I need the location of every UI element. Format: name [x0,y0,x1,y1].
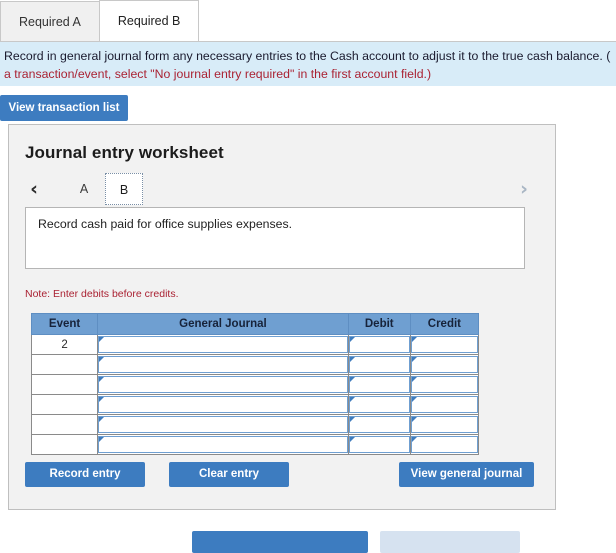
credit-cell[interactable] [409,434,480,455]
general-journal-input[interactable] [98,436,348,453]
worksheet-nav: ‹ A B › [17,173,547,207]
journal-entry-table: Event General Journal Debit Credit 2 [30,313,480,455]
general-journal-cell[interactable] [97,374,349,395]
credit-input[interactable] [410,356,478,373]
instruction-line-1: Record in general journal form any neces… [4,49,611,63]
debit-input[interactable] [348,356,410,373]
debit-cell[interactable] [347,434,411,455]
general-journal-input[interactable] [98,416,348,433]
debit-cell[interactable] [347,354,411,375]
credit-input[interactable] [410,376,478,393]
tab-required-a[interactable]: Required A [0,1,100,41]
credit-cell[interactable] [409,334,480,355]
event-number-cell: 2 [30,334,99,355]
credit-cell[interactable] [409,354,480,375]
general-journal-input[interactable] [98,396,348,413]
debits-before-credits-note: Note: Enter debits before credits. [25,288,179,300]
view-transaction-list-button[interactable]: View transaction list [0,95,128,121]
debit-cell[interactable] [347,374,411,395]
debit-input[interactable] [348,376,410,393]
general-journal-input[interactable] [98,376,348,393]
debit-input[interactable] [348,416,410,433]
worksheet-tab-a[interactable]: A [65,173,103,205]
event-number-cell [30,434,99,455]
journal-entry-worksheet-panel: Journal entry worksheet ‹ A B › Record c… [8,124,556,510]
general-journal-cell[interactable] [97,334,349,355]
event-number-cell [30,374,99,395]
credit-cell[interactable] [409,414,480,435]
event-number-cell [30,394,99,415]
worksheet-tab-b[interactable]: B [105,173,143,205]
credit-cell[interactable] [409,374,480,395]
credit-cell[interactable] [409,394,480,415]
credit-input[interactable] [410,436,478,453]
tab-required-b[interactable]: Required B [98,0,200,41]
column-header-credit: Credit [409,313,480,335]
view-general-journal-button[interactable]: View general journal [399,462,534,487]
table-row: 2 [30,334,480,355]
general-journal-cell[interactable] [97,394,349,415]
general-journal-cell[interactable] [97,434,349,455]
general-journal-input[interactable] [98,336,348,353]
worksheet-description: Record cash paid for office supplies exp… [25,207,525,269]
debit-cell[interactable] [347,394,411,415]
column-header-debit: Debit [347,313,411,335]
table-header-row: Event General Journal Debit Credit [30,313,480,335]
table-row [30,414,480,435]
general-journal-input[interactable] [98,356,348,373]
event-number-cell [30,354,99,375]
column-header-event: Event [30,313,99,335]
column-header-general-journal: General Journal [97,313,349,335]
chevron-right-icon[interactable]: › [513,175,535,203]
debit-input[interactable] [348,436,410,453]
general-journal-cell[interactable] [97,414,349,435]
page-title: Journal entry worksheet [25,143,224,162]
chevron-left-icon[interactable]: ‹ [23,175,45,203]
table-row [30,354,480,375]
general-journal-cell[interactable] [97,354,349,375]
bottom-primary-button[interactable] [192,531,368,553]
debit-input[interactable] [348,336,410,353]
debit-cell[interactable] [347,334,411,355]
record-entry-button[interactable]: Record entry [25,462,145,487]
table-row [30,394,480,415]
credit-input[interactable] [410,336,478,353]
credit-input[interactable] [410,396,478,413]
credit-input[interactable] [410,416,478,433]
top-tab-strip: Required A Required B [0,0,616,42]
instruction-line-2: a transaction/event, select "No journal … [4,67,432,81]
clear-entry-button[interactable]: Clear entry [169,462,289,487]
event-number-cell [30,414,99,435]
bottom-secondary-button[interactable] [380,531,520,553]
instruction-banner: Record in general journal form any neces… [0,42,616,86]
debit-input[interactable] [348,396,410,413]
table-row [30,434,480,455]
debit-cell[interactable] [347,414,411,435]
table-row [30,374,480,395]
